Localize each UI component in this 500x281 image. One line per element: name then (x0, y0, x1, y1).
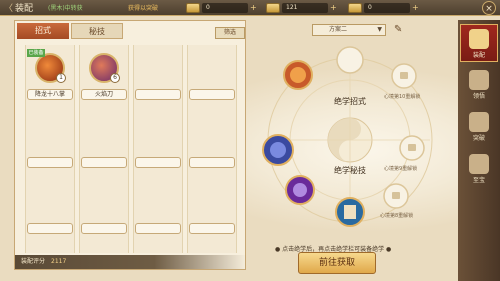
scrolling-notice-2: 获得以突破 (128, 5, 159, 12)
empty-slot-label[interactable] (135, 157, 181, 168)
equip-icon (469, 29, 489, 49)
level-badge: 1 (56, 73, 66, 83)
empty-slot-label[interactable] (135, 89, 181, 100)
nav-item-comprehend[interactable]: 领悟 (460, 66, 498, 104)
tab-moves[interactable]: 招式 (17, 23, 69, 39)
nav-label: 装配 (472, 52, 485, 59)
skill-icon-flame-blade[interactable]: 6 (89, 53, 120, 83)
resource-value: 0 (364, 3, 410, 13)
tab-secret-arts[interactable]: 秘技 (71, 23, 123, 39)
empty-slot-label[interactable] (81, 157, 127, 168)
treasure-icon (469, 154, 489, 174)
empty-slot-label[interactable] (81, 223, 127, 234)
locked-slot-text: 心境第10重解锁 (384, 94, 421, 100)
filter-button[interactable]: 筛选 (215, 27, 245, 39)
nav-label: 领悟 (472, 93, 485, 100)
empty-slot-label[interactable] (189, 89, 235, 100)
grid-column (187, 45, 237, 253)
locked-slot-text: 心境第9重解锁 (384, 166, 418, 172)
scheme-label: 方案二 (329, 26, 348, 33)
back-icon[interactable]: 〈 (4, 4, 13, 14)
scheme-dropdown[interactable]: 方案二 ▼ (312, 24, 386, 36)
grid-column (133, 45, 183, 253)
go-obtain-button[interactable]: 前往获取 (298, 252, 376, 274)
resource-gold: 121 + (266, 2, 338, 14)
empty-slot-label[interactable] (189, 223, 235, 234)
empty-slot-label[interactable] (135, 223, 181, 234)
nav-label: 至宝 (472, 177, 485, 184)
jade-ingot-icon (186, 3, 200, 13)
wheel-top-label: 绝学招式 (334, 97, 366, 106)
edit-icon[interactable]: ✎ (394, 24, 406, 36)
skill-label[interactable]: 降龙十八掌 (27, 89, 73, 100)
skill-icon-dragon-palm[interactable]: 1 (35, 53, 66, 83)
skill-list-panel: 招式 秘技 筛选 1 已装备 降龙十八掌 6 火焰刀 装配评分 2117 (14, 20, 247, 270)
level-badge: 6 (110, 73, 120, 83)
locked-slot-text: 心境第8重解锁 (380, 213, 414, 219)
empty-slot-label[interactable] (27, 223, 73, 234)
add-icon[interactable]: + (412, 4, 420, 12)
comprehend-icon (469, 70, 489, 90)
nav-item-equip[interactable]: 装配 (460, 24, 498, 62)
empty-slot-label[interactable] (27, 157, 73, 168)
resource-value: 0 (202, 3, 248, 13)
close-button[interactable]: × (482, 1, 496, 15)
nav-item-breakthrough[interactable]: 突破 (460, 108, 498, 146)
empty-slot-label[interactable] (189, 157, 235, 168)
equip-score-bar: 装配评分 2117 (15, 255, 247, 269)
skill-label[interactable]: 火焰刀 (81, 89, 127, 100)
nav-item-treasure[interactable]: 至宝 (460, 150, 498, 188)
top-bar: 〈装配 (黑木)中转获 获得以突破 0 + 121 + 0 + × (0, 0, 500, 16)
score-label: 装配评分 (21, 258, 46, 265)
scroll-ticket-icon (348, 3, 362, 13)
skill-grid: 1 已装备 降龙十八掌 6 火焰刀 (17, 45, 243, 253)
chevron-down-icon: ▼ (377, 26, 382, 33)
resource-scroll: 0 + (348, 2, 420, 14)
breakthrough-icon (469, 112, 489, 132)
resource-value: 121 (282, 3, 328, 13)
scrolling-notice-1: (黑木)中转获 (48, 5, 83, 12)
title-text: 装配 (15, 4, 34, 14)
right-nav: 装配 领悟 突破 至宝 (458, 20, 500, 281)
page-title[interactable]: 〈装配 (4, 1, 33, 14)
gold-ingot-icon (266, 3, 280, 13)
score-value: 2117 (51, 258, 67, 265)
add-icon[interactable]: + (250, 4, 258, 12)
nav-label: 突破 (472, 135, 485, 142)
resource-jade: 0 + (186, 2, 258, 14)
add-icon[interactable]: + (330, 4, 338, 12)
wheel-bottom-label: 绝学秘技 (334, 166, 366, 175)
equipped-tag: 已装备 (27, 49, 45, 57)
